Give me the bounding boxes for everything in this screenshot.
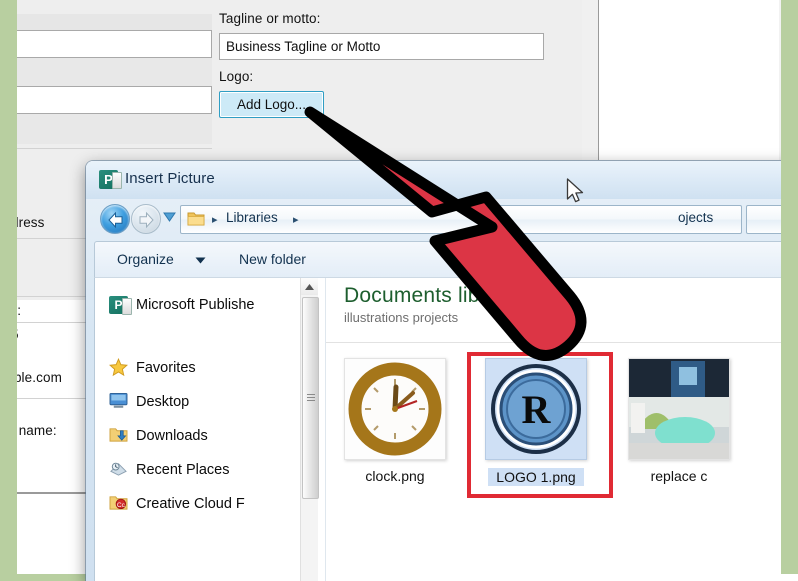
triangle-up-icon — [305, 284, 314, 290]
file-item-replace[interactable]: replace c — [614, 358, 744, 484]
back-arrow-glyph — [108, 211, 123, 229]
nav-item-label: Downloads — [136, 427, 208, 444]
dialog-content-area: P Microsoft Publishe Favorites Desktop D… — [94, 277, 798, 581]
chevron-down-icon[interactable] — [195, 257, 206, 264]
star-icon — [109, 357, 128, 377]
publisher-icon: P — [99, 170, 122, 189]
clock-thumbnail — [344, 358, 446, 460]
navigation-pane: P Microsoft Publishe Favorites Desktop D… — [95, 278, 326, 581]
publisher-preview-pane — [598, 0, 796, 160]
library-header: Documents library illustrations projects — [344, 284, 517, 325]
folder-icon — [187, 212, 205, 226]
file-name: replace c — [650, 468, 708, 484]
forward-arrow-icon[interactable] — [131, 204, 161, 234]
page-background-left — [0, 0, 17, 574]
back-arrow-icon[interactable] — [100, 204, 130, 234]
breadcrumb-projects[interactable]: ojects — [678, 210, 713, 225]
logo-label: Logo: — [219, 69, 254, 84]
form-label-contact-name: t name: — [11, 423, 57, 438]
chevron-down-icon[interactable] — [163, 212, 176, 222]
nav-item-creative-cloud-files[interactable]: Cc Creative Cloud F — [109, 494, 245, 513]
tagline-input[interactable]: Business Tagline or Motto — [219, 33, 544, 60]
file-item-logo-1[interactable]: R LOGO 1.png — [471, 358, 601, 487]
nav-item-label: Recent Places — [136, 461, 230, 478]
mouse-pointer-icon — [566, 178, 584, 203]
downloads-folder-icon — [109, 426, 128, 445]
insert-picture-dialog: P Insert Picture ▸ Libraries ▸ ojects Or… — [86, 161, 798, 581]
dialog-title: Insert Picture — [125, 170, 215, 187]
form-input-2[interactable] — [12, 86, 212, 114]
file-name: clock.png — [365, 468, 425, 484]
scrollbar-thumb[interactable] — [302, 297, 319, 499]
nav-item-desktop[interactable]: Desktop — [109, 392, 189, 411]
svg-text:R: R — [522, 387, 552, 432]
nav-item-recent-places[interactable]: Recent Places — [109, 460, 230, 479]
form-row-blank-3 — [12, 114, 212, 144]
logo-thumbnail: R — [485, 358, 587, 460]
add-logo-button[interactable]: Add Logo... — [219, 91, 324, 118]
grip-lines-icon — [307, 394, 315, 401]
file-item-clock[interactable]: clock.png — [330, 358, 460, 484]
nav-item-label: Favorites — [136, 359, 196, 376]
navigation-pane-scrollbar[interactable] — [300, 278, 319, 581]
nav-item-label: Creative Cloud F — [136, 495, 245, 512]
library-subtitle: illustrations projects — [344, 310, 459, 325]
page-background-right — [781, 0, 798, 574]
nav-item-favorites[interactable]: Favorites — [109, 357, 196, 377]
form-input-1[interactable] — [12, 30, 212, 58]
form-row-blank-2 — [12, 58, 212, 86]
breadcrumb-separator-1[interactable]: ▸ — [212, 213, 218, 226]
organize-menu[interactable]: Organize — [117, 251, 174, 267]
header-divider — [326, 342, 798, 343]
breadcrumb-libraries[interactable]: Libraries — [226, 210, 278, 225]
tagline-label: Tagline or motto: — [219, 11, 321, 26]
address-bar[interactable]: ▸ Libraries ▸ ojects — [180, 205, 742, 234]
breadcrumb-separator-2[interactable]: ▸ — [293, 213, 299, 226]
dialog-toolbar: Organize New folder — [94, 241, 798, 278]
file-name: LOGO 1.png — [488, 468, 584, 486]
forward-arrow-glyph — [139, 211, 154, 229]
publisher-icon: P — [109, 296, 132, 315]
recent-places-icon — [109, 460, 128, 479]
creative-cloud-folder-icon: Cc — [109, 494, 128, 513]
nav-item-label: Microsoft Publishe — [136, 297, 255, 313]
desktop-icon — [109, 392, 128, 411]
nav-item-label: Desktop — [136, 393, 190, 410]
svg-text:Cc: Cc — [117, 502, 126, 509]
photo-thumbnail — [628, 358, 730, 460]
library-title: Documents library — [344, 284, 517, 307]
nav-item-microsoft-publisher[interactable]: P Microsoft Publishe — [109, 296, 255, 315]
form-row-blank-1 — [12, 14, 212, 31]
new-folder-button[interactable]: New folder — [239, 251, 306, 267]
scroll-up-button[interactable] — [301, 278, 318, 295]
dialog-navigation-bar: ▸ Libraries ▸ ojects — [86, 199, 798, 241]
nav-item-downloads[interactable]: Downloads — [109, 426, 208, 445]
dialog-titlebar[interactable]: P Insert Picture — [86, 161, 798, 199]
file-list-pane: Documents library illustrations projects — [326, 278, 798, 581]
